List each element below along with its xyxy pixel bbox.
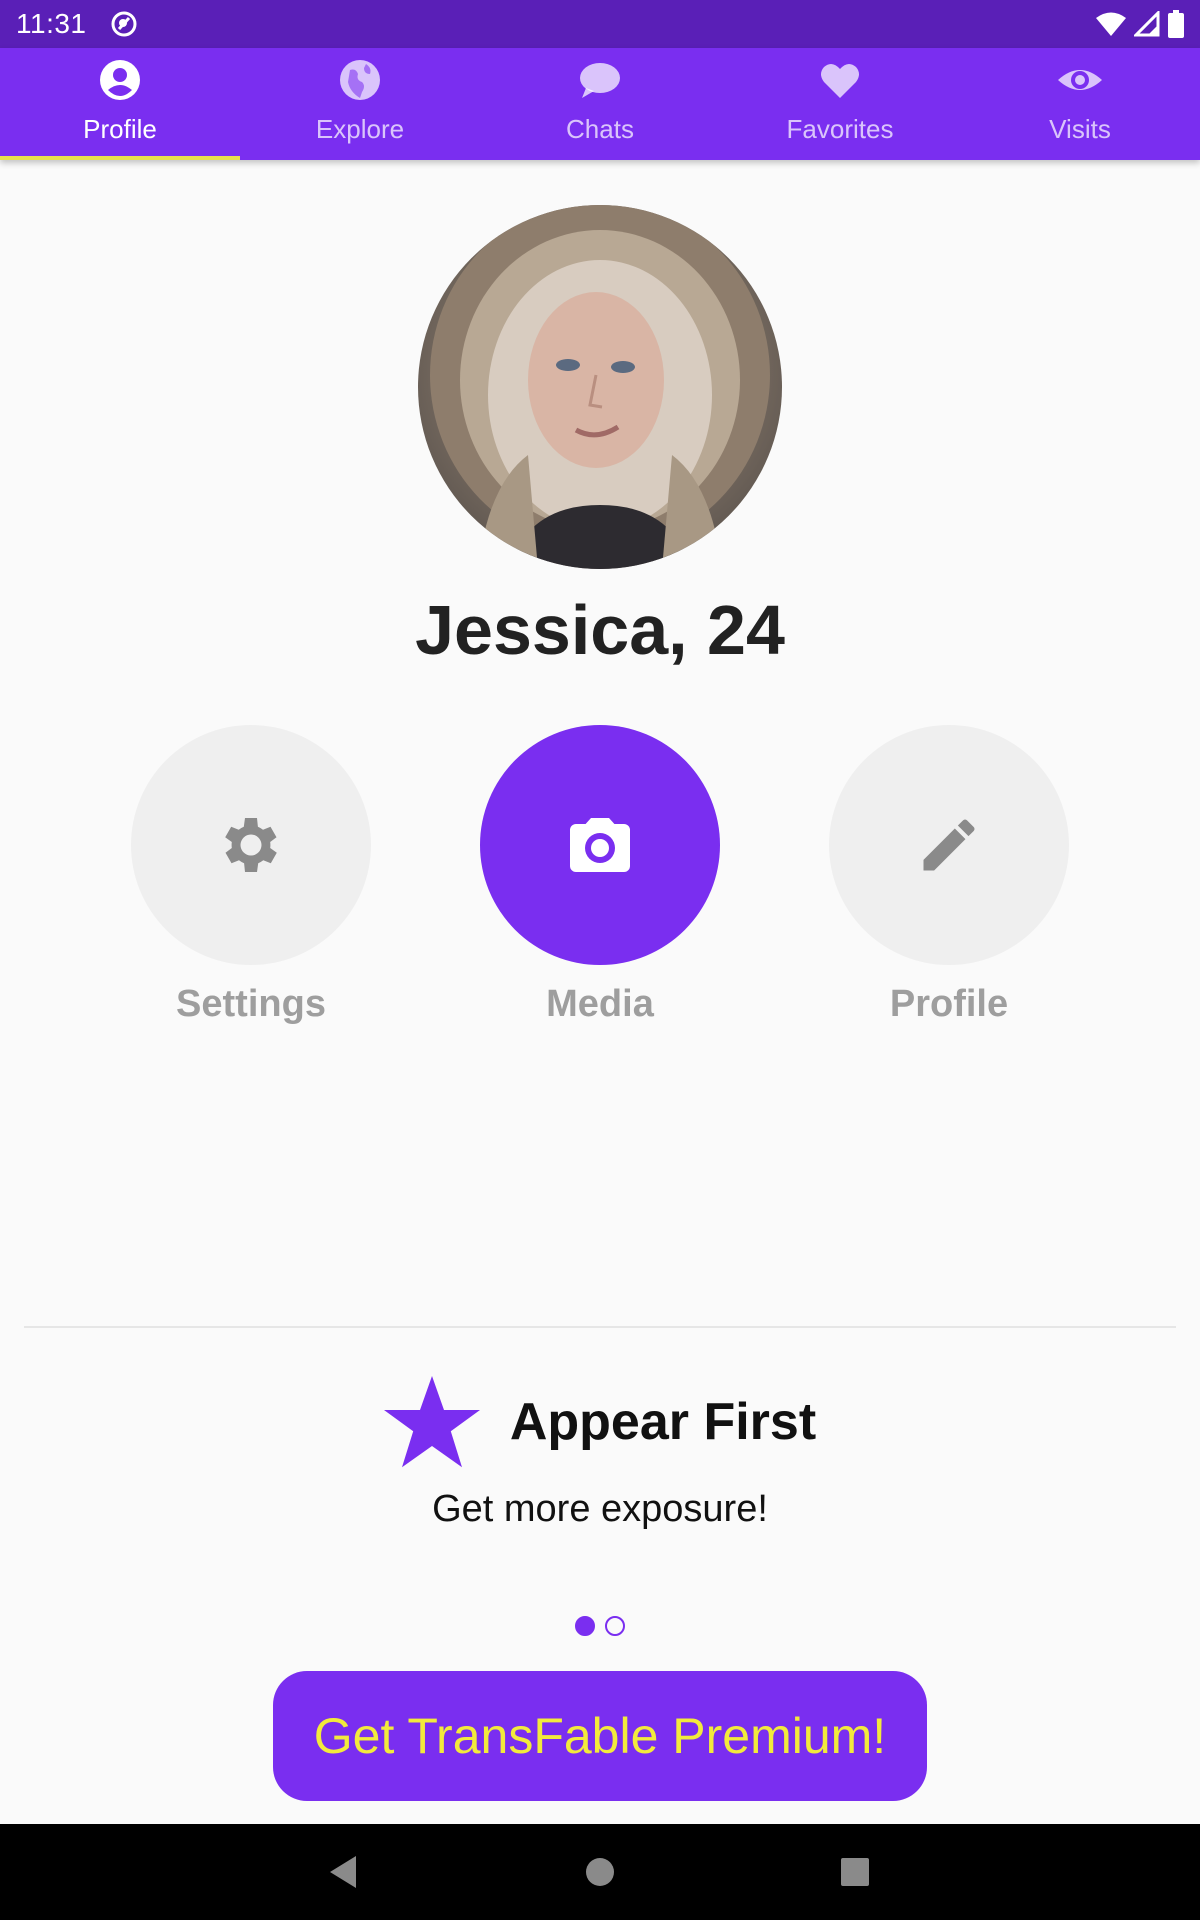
settings-label: Settings: [176, 983, 326, 1025]
battery-icon: [1168, 10, 1184, 38]
profile-photo[interactable]: [418, 205, 782, 569]
tab-favorites[interactable]: Favorites: [720, 48, 960, 160]
profile-name: Jessica, 24: [415, 591, 785, 669]
signal-icon: [1134, 11, 1160, 37]
tab-label: Visits: [1049, 114, 1111, 144]
gear-icon: [225, 818, 277, 872]
heart-icon: [821, 63, 859, 98]
edit-profile-button[interactable]: [829, 725, 1069, 965]
profile-photo-image: [418, 205, 782, 569]
carousel-indicator: [0, 1616, 1200, 1636]
globe-icon: [340, 60, 380, 100]
settings-button[interactable]: [131, 725, 371, 965]
carousel-dot-1[interactable]: [575, 1616, 595, 1636]
back-icon[interactable]: [326, 1854, 360, 1890]
top-tab-bar: Profile Explore Chats Favorites Visits: [0, 48, 1200, 160]
media-label: Media: [546, 983, 654, 1025]
divider: [24, 1326, 1176, 1328]
media-action: Media: [480, 725, 720, 1026]
tab-label: Explore: [315, 114, 405, 144]
status-time: 11:31: [16, 8, 87, 39]
camera-icon: [570, 818, 630, 872]
tab-explore[interactable]: Explore: [240, 48, 480, 160]
tab-label: Chats: [566, 114, 634, 144]
wifi-icon: [1096, 12, 1126, 36]
carousel-dot-2[interactable]: [605, 1616, 625, 1636]
status-icons: [1096, 10, 1184, 38]
system-nav-bar: [0, 1824, 1200, 1920]
edit-profile-label: Profile: [889, 983, 1009, 1025]
star-icon: [383, 1376, 480, 1468]
media-button[interactable]: [480, 725, 720, 965]
tab-label: Profile: [83, 114, 157, 144]
status-bar: 11:31: [0, 0, 1200, 48]
settings-action: Settings: [131, 725, 371, 1026]
tab-visits[interactable]: Visits: [960, 48, 1200, 160]
recents-icon[interactable]: [840, 1857, 870, 1887]
promo-title: Appear First: [509, 1393, 817, 1451]
tab-profile[interactable]: Profile: [0, 48, 240, 160]
chat-bubble-icon: [580, 63, 620, 98]
edit-profile-action: Profile: [829, 725, 1069, 1026]
home-icon[interactable]: [585, 1857, 615, 1887]
app-notification-icon: [111, 11, 136, 37]
promo-subtitle: Get more exposure!: [432, 1488, 768, 1530]
pencil-icon: [923, 819, 975, 871]
eye-icon: [1058, 70, 1102, 90]
promo-slide: Appear First: [0, 1372, 1200, 1472]
tab-label: Favorites: [786, 114, 894, 144]
tab-chats[interactable]: Chats: [480, 48, 720, 160]
get-premium-button[interactable]: Get TransFable Premium!: [273, 1671, 927, 1801]
account-circle-icon: [100, 60, 140, 100]
tab-indicator: [0, 156, 240, 160]
